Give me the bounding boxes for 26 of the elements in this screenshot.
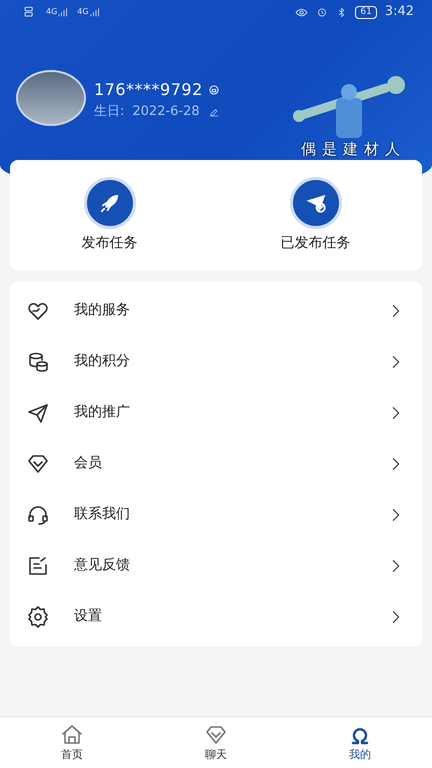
birthday-date: 2022-6-28 bbox=[132, 103, 200, 121]
menu-item[interactable]: 联系我们 bbox=[10, 489, 422, 540]
tab-button[interactable]: 首页 bbox=[54, 717, 90, 768]
signal-icon bbox=[88, 6, 101, 18]
menu-item[interactable]: 我的推广 bbox=[10, 387, 422, 438]
tab-button[interactable]: 我的 bbox=[342, 717, 378, 768]
menu-item[interactable]: 会员 bbox=[10, 438, 422, 489]
birthday-label: 生日: bbox=[94, 103, 124, 121]
diamond-icon bbox=[204, 723, 228, 747]
menu-item[interactable]: 设置 bbox=[10, 591, 422, 642]
network-label: 4G bbox=[77, 6, 89, 18]
status-time: 3:42 bbox=[384, 3, 414, 22]
badge-icon bbox=[206, 83, 221, 97]
battery-icon: 61 bbox=[355, 6, 377, 18]
settings-icon bbox=[26, 604, 50, 628]
phone-number: 176****9792 bbox=[94, 79, 203, 101]
network-label: 4G bbox=[46, 6, 58, 18]
coins-icon bbox=[26, 350, 50, 374]
tab-button[interactable]: 聊天 bbox=[198, 717, 234, 768]
banner-caption: 偶是建材人 bbox=[301, 139, 406, 160]
menu-item[interactable]: 我的积分 bbox=[10, 336, 422, 387]
action-button[interactable]: 已发布任务 bbox=[274, 176, 356, 255]
menu-item[interactable]: 我的服务 bbox=[10, 285, 422, 336]
home-icon bbox=[60, 723, 84, 747]
menu-item[interactable]: 意见反馈 bbox=[10, 540, 422, 591]
signal-icon bbox=[57, 6, 70, 18]
